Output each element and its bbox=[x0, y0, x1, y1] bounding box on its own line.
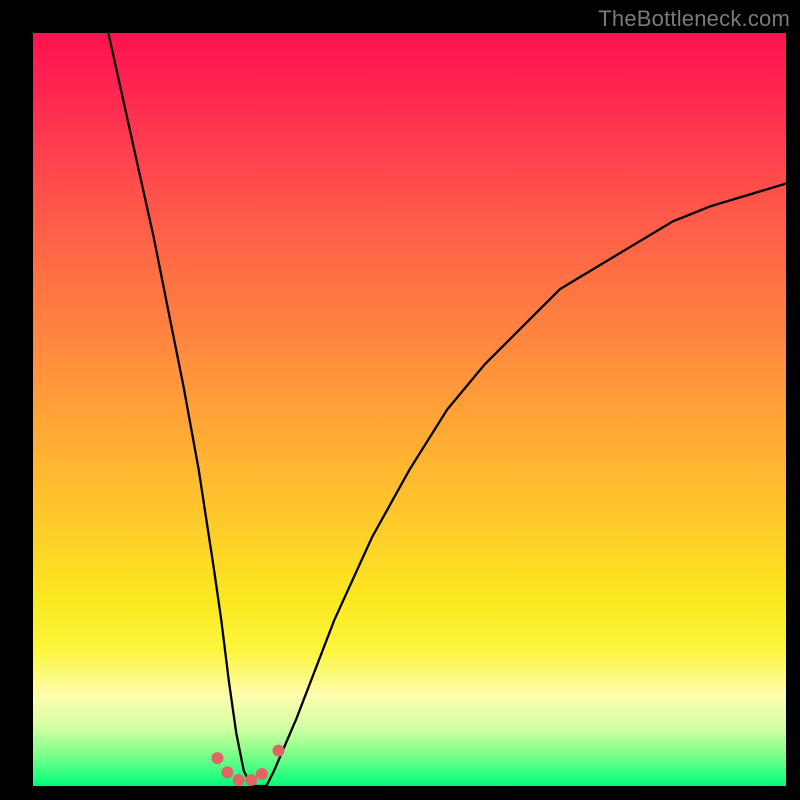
plot-area bbox=[33, 33, 786, 786]
curve-marker bbox=[273, 745, 285, 757]
curve-marker bbox=[233, 774, 245, 786]
curve-marker bbox=[221, 766, 233, 778]
chart-frame: TheBottleneck.com bbox=[0, 0, 800, 800]
curve-markers bbox=[212, 745, 285, 786]
watermark-text: TheBottleneck.com bbox=[598, 6, 790, 32]
bottleneck-curve-svg bbox=[33, 33, 786, 786]
curve-marker bbox=[212, 752, 224, 764]
curve-marker bbox=[256, 768, 268, 780]
curve-marker bbox=[245, 774, 257, 786]
bottleneck-curve bbox=[108, 33, 786, 786]
